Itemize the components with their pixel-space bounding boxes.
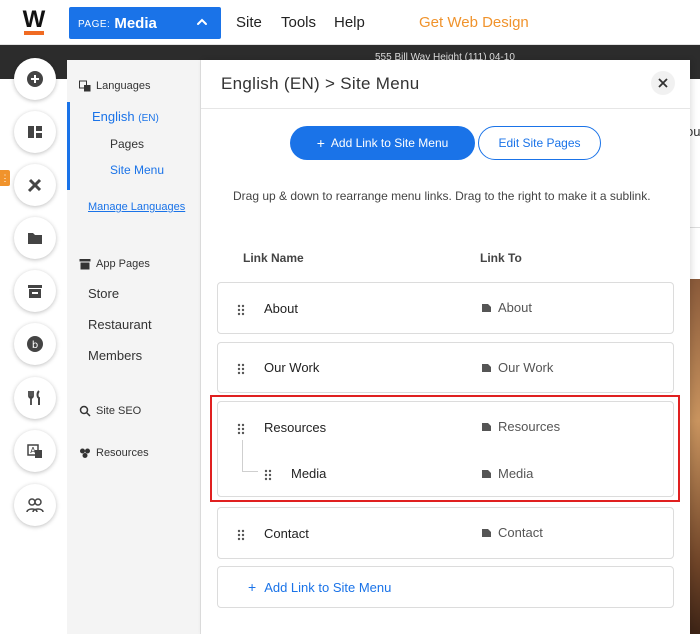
add-link-row[interactable]: + Add Link to Site Menu (217, 566, 674, 608)
site-seo-item[interactable]: Site SEO (79, 405, 141, 417)
page-name: Media (114, 14, 157, 32)
site-menu-sidebar: Languages English (EN) Pages Site Menu M… (67, 60, 201, 634)
row-name: Our Work (264, 360, 320, 375)
column-header-link-name: Link Name (243, 251, 304, 265)
active-indicator (67, 102, 70, 190)
add-link-button-label: Add Link to Site Menu (330, 136, 449, 150)
resources-icon (80, 448, 90, 458)
row-name: Contact (264, 526, 309, 541)
members-icon[interactable] (14, 484, 56, 526)
top-bar: W PAGE: Media Site Tools Help Get Web De… (0, 0, 700, 45)
design-tools-icon[interactable] (14, 164, 56, 206)
translate-icon (79, 80, 91, 92)
language-english-label: English (92, 109, 135, 124)
app-pages-heading: App Pages (79, 258, 150, 270)
menu-row-our-work[interactable]: Our Work Our Work (217, 342, 674, 393)
page-icon (482, 304, 491, 312)
seo-icon (79, 405, 91, 417)
menu-row-about[interactable]: About About (217, 282, 674, 334)
restaurant-icon[interactable] (14, 377, 56, 419)
page-selector-button[interactable]: PAGE: Media (69, 7, 221, 39)
logo[interactable]: W (22, 8, 46, 35)
row-link-label: Our Work (498, 360, 554, 375)
store-icon[interactable] (14, 270, 56, 312)
page-icon (482, 364, 491, 372)
sidebar-item-store[interactable]: Store (88, 286, 119, 301)
menu-site[interactable]: Site (236, 14, 262, 31)
resources-label: Resources (96, 447, 149, 459)
row-link: About (481, 300, 532, 315)
header-divider (201, 108, 690, 109)
layout-icon[interactable] (14, 111, 56, 153)
language-english[interactable]: English (EN) (92, 109, 159, 124)
add-link-button[interactable]: + Add Link to Site Menu (290, 126, 475, 160)
manage-languages-link[interactable]: Manage Languages (88, 201, 185, 213)
menu-help[interactable]: Help (334, 14, 365, 31)
edit-site-pages-button[interactable]: Edit Site Pages (478, 126, 601, 160)
menu-row-contact[interactable]: Contact Contact (217, 507, 674, 559)
drag-handle-icon[interactable] (237, 363, 245, 375)
sidebar-item-site-menu[interactable]: Site Menu (110, 163, 164, 177)
plus-icon: + (248, 579, 257, 595)
get-web-design-link[interactable]: Get Web Design (419, 14, 529, 31)
panel-title: English (EN) > Site Menu (221, 74, 420, 93)
page-icon (482, 529, 491, 537)
sidebar-item-members[interactable]: Members (88, 348, 142, 363)
column-header-link-to: Link To (480, 251, 522, 265)
blog-icon[interactable]: b (14, 323, 56, 365)
highlight-box (210, 395, 680, 502)
panel-grip-tab[interactable]: ⋮ (0, 170, 10, 186)
store-icon (79, 259, 91, 270)
app-pages-heading-label: App Pages (96, 258, 150, 270)
chevron-up-icon (197, 18, 207, 25)
svg-text:b: b (32, 340, 38, 351)
row-link: Contact (481, 525, 543, 540)
translate-icon[interactable]: A (14, 430, 56, 472)
languages-heading: Languages (79, 80, 150, 92)
page-prefix: PAGE: (78, 18, 111, 30)
row-link: Our Work (481, 360, 553, 375)
site-seo-label: Site SEO (96, 405, 142, 417)
sidebar-item-restaurant[interactable]: Restaurant (88, 317, 152, 332)
row-name: About (264, 301, 298, 316)
languages-heading-label: Languages (96, 80, 151, 92)
sidebar-item-pages[interactable]: Pages (110, 137, 144, 151)
site-menu-panel: English (EN) > Site Menu + Add Link to S… (201, 60, 690, 634)
menu-tools[interactable]: Tools (281, 14, 316, 31)
row-link-label: About (498, 300, 532, 315)
drag-handle-icon[interactable] (237, 529, 245, 541)
language-english-code: (EN) (138, 113, 159, 124)
folder-icon[interactable] (14, 217, 56, 259)
close-icon (658, 78, 668, 88)
add-icon[interactable] (14, 58, 56, 100)
site-preview: ou (686, 79, 700, 634)
plus-icon: + (316, 135, 325, 151)
resources-item[interactable]: Resources (79, 447, 149, 459)
close-button[interactable] (651, 71, 675, 95)
add-link-row-label: Add Link to Site Menu (264, 579, 392, 595)
help-text: Drag up & down to rearrange menu links. … (233, 189, 651, 203)
drag-handle-icon[interactable] (237, 304, 245, 316)
row-link-label: Contact (498, 525, 543, 540)
